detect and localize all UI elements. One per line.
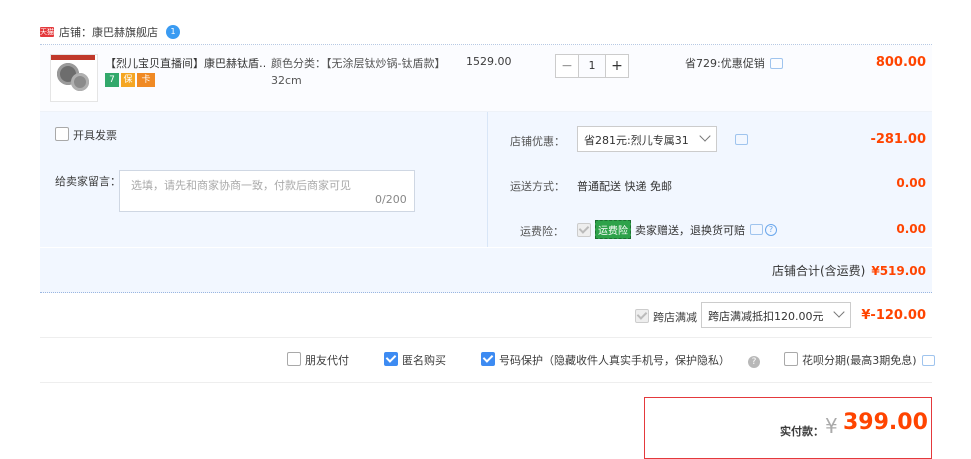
shipping-label: 运送方式：: [510, 180, 565, 193]
invoice-label: 开具发票: [73, 129, 117, 142]
quantity-plus-button[interactable]: +: [605, 54, 629, 78]
product-title-link[interactable]: 【烈儿宝贝直播间】康巴赫钛盾…: [105, 55, 265, 69]
shop-discount-selected: 省281元:烈儿专属31: [584, 134, 689, 147]
shop-discount-comment[interactable]: [730, 133, 748, 146]
item-subtotal: 800.00: [875, 55, 926, 70]
quantity-stepper: − 1 +: [555, 54, 629, 78]
comment-icon[interactable]: [750, 224, 763, 235]
cross-store-value: ¥-120.00: [861, 308, 926, 323]
shop-name-link[interactable]: 康巴赫旗舰店: [92, 24, 158, 40]
installment-option[interactable]: 花呗分期(最高3期免息): [784, 352, 935, 368]
insurance-text: 卖家赠送，退换货可赔: [635, 223, 745, 237]
chevron-down-icon: [699, 130, 711, 142]
message-placeholder: 选填，请先和商家协商一致，付款后商家可见: [131, 179, 351, 192]
friend-pay-checkbox[interactable]: [287, 352, 301, 366]
anonymous-option[interactable]: 匿名购买: [384, 352, 446, 368]
wangwang-chat-icon[interactable]: 1: [166, 25, 180, 39]
promo-text: 省729:优惠促销: [685, 57, 765, 70]
seven-day-return-icon: 7: [105, 73, 119, 87]
shop-total-amount: ¥519.00: [871, 264, 926, 278]
shop-label: 店铺：: [59, 26, 92, 39]
divider: [487, 112, 488, 247]
invoice-checkbox[interactable]: [55, 127, 69, 141]
cross-store-option: 跨店满减: [635, 309, 697, 325]
quantity-input[interactable]: 1: [579, 54, 605, 78]
cross-store-label: 跨店满减: [653, 311, 697, 324]
insurance-checkbox: [577, 222, 591, 237]
shop-discount-label: 店铺优惠：: [510, 135, 565, 148]
payment-amount: 399.00: [843, 410, 928, 435]
promo-info: 省729:优惠促销: [685, 55, 783, 71]
shipping-price: 0.00: [896, 176, 926, 190]
quantity-minus-button[interactable]: −: [555, 54, 579, 78]
shop-discount-value: -281.00: [870, 132, 926, 147]
shipping-method: 普通配送 快递 免邮: [577, 180, 672, 193]
comment-icon[interactable]: [921, 355, 935, 366]
insurance-tag: 运费险: [595, 220, 631, 239]
message-label: 给卖家留言：: [55, 175, 121, 188]
privacy-option[interactable]: 号码保护（隐藏收件人真实手机号，保护隐私）?: [481, 352, 760, 368]
cross-store-selected: 跨店满减抵扣120.00元: [708, 310, 824, 323]
shop-header: 天猫 店铺： 康巴赫旗舰店 1: [40, 22, 180, 42]
service-badges: 7 保 卡: [105, 73, 155, 87]
insurance-price: 0.00: [896, 222, 926, 236]
help-icon[interactable]: ?: [765, 223, 777, 236]
currency-symbol: ¥: [825, 414, 838, 438]
shop-total: 店铺合计(含运费) ¥519.00: [660, 262, 926, 279]
anonymous-label: 匿名购买: [402, 354, 446, 367]
installment-checkbox[interactable]: [784, 352, 798, 366]
insurance-label: 运费险：: [520, 225, 564, 238]
card-icon: 卡: [137, 73, 155, 87]
comment-icon[interactable]: [769, 58, 783, 69]
comment-icon[interactable]: [735, 134, 748, 145]
tmall-icon: 天猫: [40, 27, 54, 37]
installment-label: 花呗分期(最高3期免息): [802, 354, 917, 367]
cross-store-checkbox: [635, 309, 649, 323]
friend-pay-label: 朋友代付: [305, 354, 349, 367]
sku-info: 颜色分类：【无涂层钛炒锅-钛盾款】32cm: [271, 57, 440, 87]
guarantee-icon: 保: [121, 73, 135, 87]
shop-total-label: 店铺合计(含运费): [771, 264, 866, 278]
invoice-option[interactable]: 开具发票: [55, 127, 117, 143]
friend-pay-option[interactable]: 朋友代付: [287, 352, 349, 368]
payment-label: 实付款：: [780, 425, 824, 438]
anonymous-checkbox[interactable]: [384, 352, 398, 366]
unit-price: 1529.00: [466, 55, 512, 68]
product-thumbnail[interactable]: [50, 54, 98, 102]
privacy-checkbox[interactable]: [481, 352, 495, 366]
help-icon[interactable]: ?: [748, 356, 760, 368]
privacy-label: 号码保护（隐藏收件人真实手机号，保护隐私）: [499, 354, 730, 367]
message-char-count: 0/200: [375, 193, 407, 206]
shop-discount-select[interactable]: 省281元:烈儿专属31: [577, 126, 717, 152]
insurance-row: 运费险 卖家赠送，退换货可赔 ?: [577, 220, 777, 239]
